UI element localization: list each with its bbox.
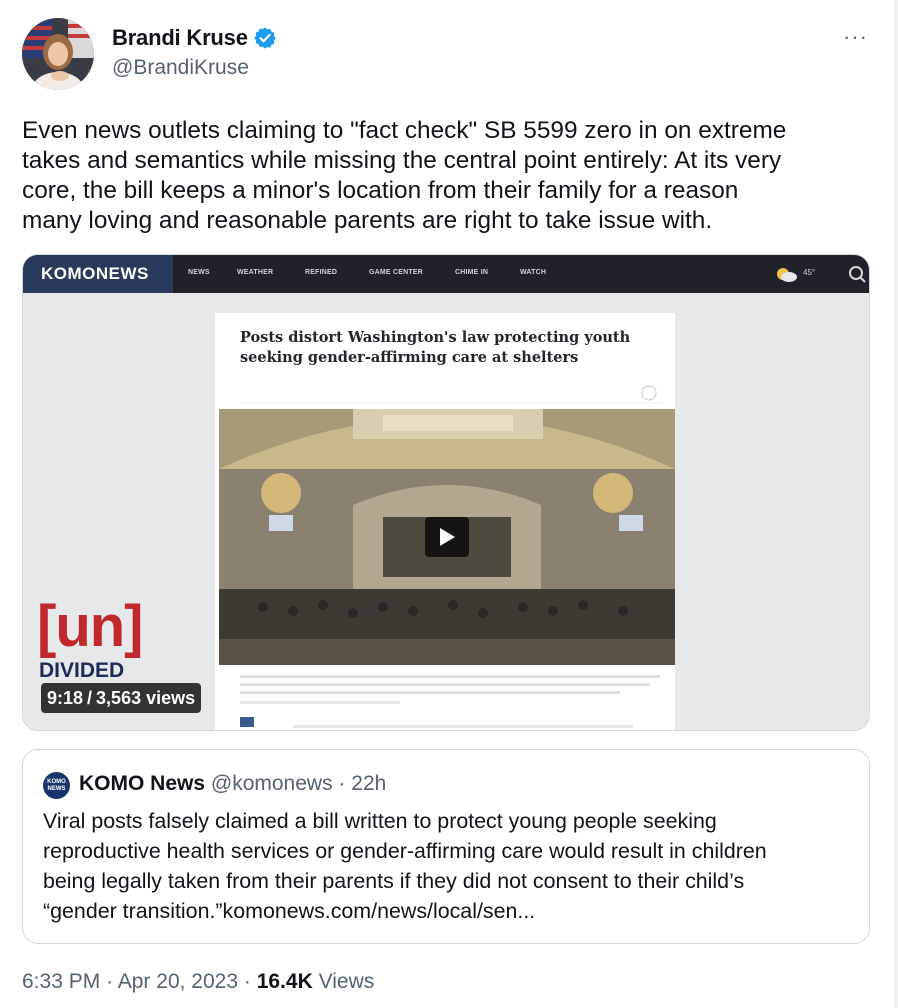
video-duration-badge: 9:18 / 3,563 views bbox=[41, 683, 202, 713]
author-handle[interactable]: @BrandiKruse bbox=[112, 56, 249, 80]
author-name[interactable]: Brandi Kruse bbox=[112, 25, 248, 51]
quoted-author-name[interactable]: KOMO News bbox=[79, 772, 205, 795]
show-logo-un: [un] bbox=[37, 594, 143, 659]
tweet-line: Even news outlets claiming to "fact chec… bbox=[22, 117, 787, 144]
nav-item: CHIME IN bbox=[455, 269, 489, 276]
verified-badge-icon bbox=[253, 26, 277, 50]
logo-line: NEWS bbox=[47, 785, 66, 792]
author-avatar[interactable] bbox=[22, 18, 94, 90]
meta-dot: · bbox=[243, 970, 251, 993]
meta-dot: · bbox=[106, 970, 114, 993]
quoted-line: being legally taken from their parents i… bbox=[43, 869, 745, 893]
video-frame-image bbox=[23, 255, 869, 730]
video-views: 3,563 views bbox=[96, 687, 196, 708]
site-brand-logo: KOMONEWS bbox=[41, 264, 149, 283]
more-options-icon[interactable]: ··· bbox=[843, 24, 868, 50]
article-headline: Posts distort Washington's law protectin… bbox=[240, 328, 680, 368]
headline-line: seeking gender-affirming care at shelter… bbox=[240, 349, 579, 366]
nav-item: WATCH bbox=[520, 269, 547, 276]
tweet-line: core, the bill keeps a minor's location … bbox=[22, 177, 739, 204]
nav-item: NEWS bbox=[188, 269, 210, 276]
tweet-time[interactable]: 6:33 PM bbox=[22, 970, 100, 993]
video-duration: 9:18 bbox=[47, 687, 84, 708]
tweet-line: takes and semantics while missing the ce… bbox=[22, 147, 782, 174]
show-logo-divided: DIVIDED bbox=[39, 659, 125, 682]
nav-item: GAME CENTER bbox=[369, 269, 423, 276]
nav-item: WEATHER bbox=[237, 269, 274, 276]
komo-news-avatar[interactable]: KOMO NEWS bbox=[43, 772, 70, 799]
meta-dot: · bbox=[338, 772, 346, 795]
quoted-line: Viral posts falsely claimed a bill writt… bbox=[43, 809, 717, 833]
play-icon[interactable] bbox=[425, 517, 469, 557]
quoted-line: reproductive health services or gender-a… bbox=[43, 839, 767, 863]
tweet-text: Even news outlets claiming to "fact chec… bbox=[22, 116, 872, 236]
nav-item: REFINED bbox=[305, 269, 338, 276]
quoted-tweet-header: KOMO News @komonews · 22h bbox=[79, 772, 386, 796]
headline-line: Posts distort Washington's law protectin… bbox=[240, 329, 631, 346]
video-player[interactable]: KOMONEWS NEWS WEATHER REFINED GAME CENTE… bbox=[22, 254, 870, 731]
tweet-line: many loving and reasonable parents are r… bbox=[22, 207, 713, 234]
badge-separator: / bbox=[87, 687, 93, 708]
quoted-tweet-age[interactable]: 22h bbox=[351, 772, 386, 795]
tweet-metadata: 6:33 PM · Apr 20, 2023 · 16.4K Views bbox=[22, 970, 374, 994]
quoted-author-handle[interactable]: @komonews bbox=[211, 772, 333, 795]
weather-temperature: 45° bbox=[803, 268, 816, 277]
views-label: Views bbox=[318, 970, 375, 993]
tweet-date[interactable]: Apr 20, 2023 bbox=[118, 970, 238, 993]
quoted-tweet-text: Viral posts falsely claimed a bill writt… bbox=[43, 806, 863, 926]
timeline-border bbox=[894, 0, 898, 1008]
view-count: 16.4K bbox=[256, 970, 313, 993]
quoted-tweet[interactable]: KOMO NEWS KOMO News @komonews · 22h Vira… bbox=[22, 749, 870, 944]
author-name-row[interactable]: Brandi Kruse bbox=[112, 25, 277, 51]
logo-line: KOMO bbox=[47, 778, 66, 785]
quoted-line: “gender transition.”komonews.com/news/lo… bbox=[43, 899, 536, 923]
